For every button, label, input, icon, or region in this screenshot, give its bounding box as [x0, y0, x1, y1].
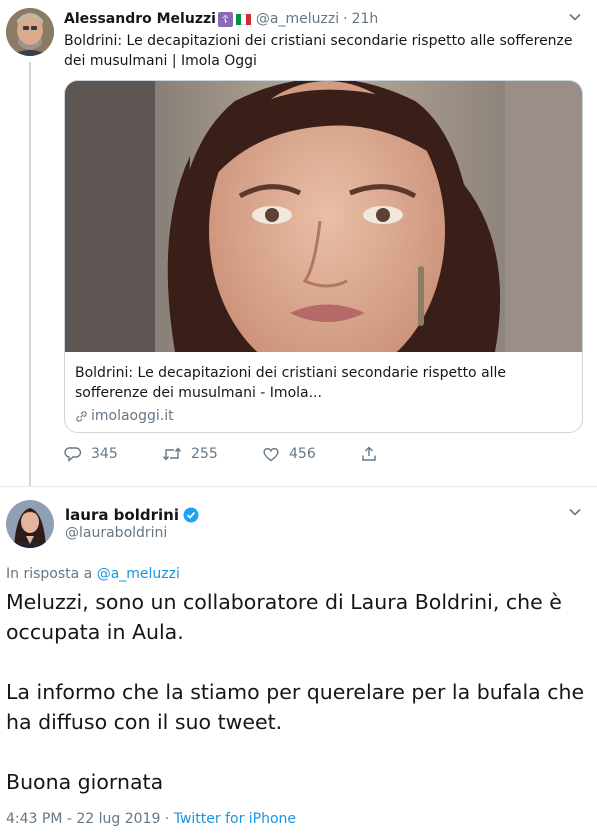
tweet-paragraph: Buona giornata — [6, 770, 164, 794]
tweet-boldrini[interactable]: laura boldrini @lauraboldrini In rispost… — [0, 486, 597, 839]
card-domain: imolaoggi.it — [75, 406, 575, 426]
author-name[interactable]: Alessandro Meluzzi — [64, 11, 216, 27]
tweet-paragraph: Meluzzi, sono un collaboratore di Laura … — [6, 590, 562, 644]
card-title: Boldrini: Le decapitazioni dei cristiani… — [75, 365, 507, 401]
share-button[interactable] — [360, 444, 387, 464]
retweet-button[interactable]: 255 — [162, 444, 218, 464]
reply-prefix: In risposta a — [6, 566, 97, 582]
author-handle[interactable]: @lauraboldrini — [65, 525, 167, 541]
retweet-count: 255 — [191, 446, 218, 462]
card-image — [65, 81, 582, 381]
tweet-meluzzi[interactable]: Alessandro Meluzzi ☦ @a_meluzzi · 21h Bo… — [0, 0, 597, 486]
thread-connector-line — [29, 62, 31, 486]
avatar-meluzzi[interactable] — [6, 8, 54, 56]
tweet-source[interactable]: Twitter for iPhone — [174, 811, 296, 827]
italy-flag-icon — [235, 13, 251, 25]
chevron-down-icon[interactable] — [568, 505, 582, 519]
tweet-timestamp[interactable]: 4:43 PM - 22 lug 2019 — [6, 811, 160, 827]
reply-button[interactable]: 345 — [64, 444, 118, 464]
tweet-time[interactable]: 21h — [352, 11, 379, 27]
reply-context: In risposta a @a_meluzzi — [6, 566, 180, 582]
author-name[interactable]: laura boldrini — [65, 506, 179, 524]
reply-handle-link[interactable]: @a_meluzzi — [97, 566, 180, 582]
separator-dot: · — [343, 11, 348, 27]
tweet-metadata: 4:43 PM - 22 lug 2019 · Twitter for iPho… — [6, 811, 296, 827]
like-icon — [263, 447, 279, 462]
tweet-paragraph: La informo che la stiamo per querelare p… — [6, 680, 585, 734]
author-handle[interactable]: @a_meluzzi — [256, 11, 339, 27]
avatar-boldrini[interactable] — [6, 500, 54, 548]
cross-badge-icon: ☦ — [217, 11, 233, 27]
link-preview-card[interactable]: Boldrini: Le decapitazioni dei cristiani… — [64, 80, 583, 433]
card-domain-text: imolaoggi.it — [91, 408, 174, 424]
chevron-down-icon[interactable] — [568, 10, 582, 24]
reply-icon — [64, 447, 82, 463]
verified-icon — [183, 507, 199, 523]
retweet-icon — [162, 447, 182, 461]
meta-separator: · — [160, 811, 174, 827]
link-icon — [76, 410, 87, 422]
like-count: 456 — [289, 446, 316, 462]
tweet-text: Boldrini: Le decapitazioni dei cristiani… — [64, 33, 573, 69]
like-button[interactable]: 456 — [262, 444, 316, 464]
reply-count: 345 — [91, 446, 118, 462]
share-icon — [362, 446, 376, 461]
tweet-text: Meluzzi, sono un collaboratore di Laura … — [6, 587, 586, 797]
